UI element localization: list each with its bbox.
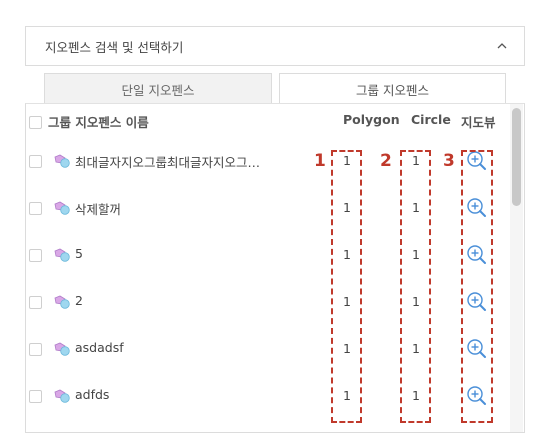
row-group-name[interactable]: 최대글자지오그룹최대글자지오그… (75, 152, 260, 171)
annotation-label-3: 3 (443, 151, 455, 171)
tab-group-geofence[interactable]: 그룹 지오펜스 (279, 73, 506, 104)
row-checkbox[interactable] (29, 155, 42, 168)
polygon-column-highlight (331, 150, 362, 423)
header-circle: Circle (411, 112, 451, 127)
row-group-name[interactable]: adfds (75, 387, 109, 402)
row-group-name[interactable]: 2 (75, 293, 83, 308)
row-checkbox[interactable] (29, 249, 42, 262)
annotation-label-1: 1 (314, 151, 326, 171)
row-group-name[interactable]: asdadsf (75, 340, 124, 355)
header-map-view: 지도뷰 (461, 115, 496, 130)
tab-single-geofence[interactable]: 단일 지오펜스 (44, 73, 272, 104)
row-checkbox[interactable] (29, 343, 42, 356)
panel-title: 지오펜스 검색 및 선택하기 (45, 39, 184, 55)
geofence-group-icon (54, 342, 70, 356)
chevron-up-icon[interactable] (496, 40, 508, 52)
header-polygon: Polygon (343, 112, 400, 127)
table-scrollbar-thumb[interactable] (512, 108, 521, 206)
header-name: 그룹 지오펜스 이름 (48, 115, 149, 130)
tab-label: 그룹 지오펜스 (356, 82, 429, 98)
geofence-group-icon (54, 154, 70, 168)
geofence-group-icon (54, 201, 70, 215)
geofence-search-panel-header[interactable]: 지오펜스 검색 및 선택하기 (25, 26, 525, 66)
geofence-group-icon (54, 248, 70, 262)
annotation-label-2: 2 (380, 151, 392, 171)
geofence-group-icon (54, 295, 70, 309)
select-all-checkbox[interactable] (29, 116, 42, 129)
row-group-name[interactable]: 삭제할꺼 (75, 199, 121, 218)
geofence-group-icon (54, 389, 70, 403)
row-group-name[interactable]: 5 (75, 246, 83, 261)
row-checkbox[interactable] (29, 296, 42, 309)
map-view-column-highlight (461, 150, 493, 423)
row-checkbox[interactable] (29, 390, 42, 403)
tab-label: 단일 지오펜스 (121, 82, 195, 98)
circle-column-highlight (400, 150, 431, 423)
row-checkbox[interactable] (29, 202, 42, 215)
